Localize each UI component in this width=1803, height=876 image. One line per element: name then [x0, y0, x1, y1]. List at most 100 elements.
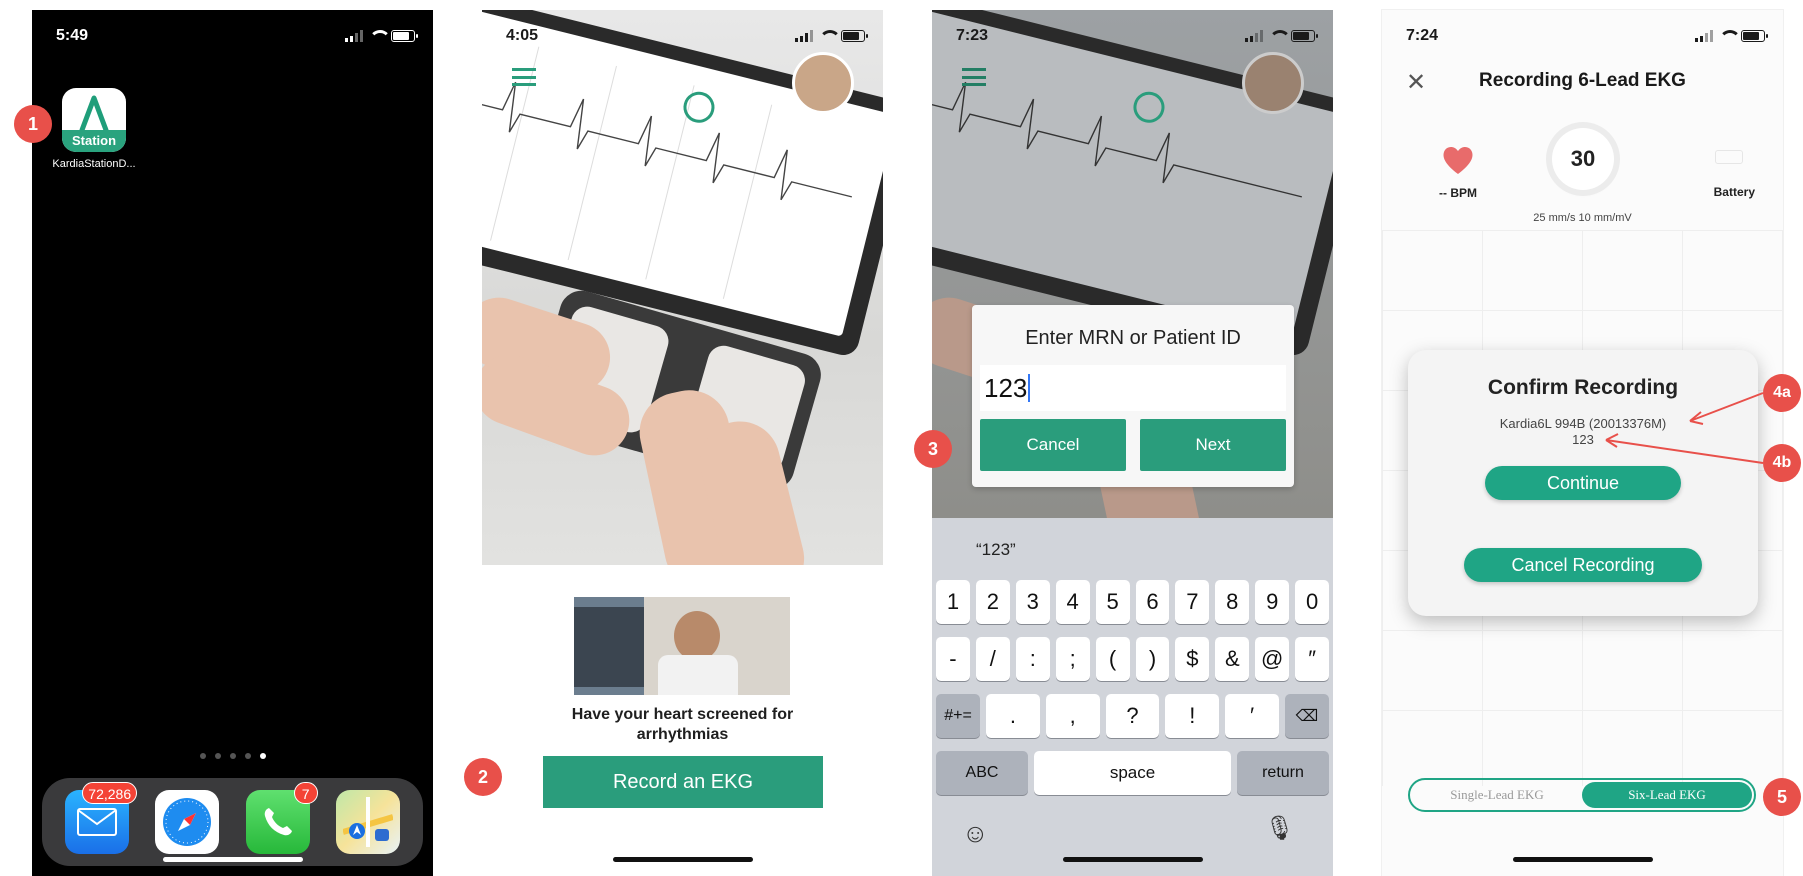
- return-key[interactable]: return: [1237, 751, 1329, 795]
- key-row1-1[interactable]: 2: [975, 580, 1010, 624]
- status-bar: 5:49: [56, 26, 418, 46]
- space-key[interactable]: space: [1034, 751, 1231, 795]
- screen-welcome: 4:05 Have your heart screened for arrhyt…: [482, 10, 883, 876]
- battery-icon: [841, 30, 868, 42]
- step-badge-3: 3: [914, 430, 952, 468]
- screen-recording: 7:24 ✕ Recording 6-Lead EKG -- BPM 30 Ba…: [1382, 10, 1783, 876]
- cancel-button[interactable]: Cancel: [980, 419, 1126, 471]
- step-badge-4b: 4b: [1763, 444, 1801, 482]
- cancel-recording-button[interactable]: Cancel Recording: [1464, 548, 1702, 582]
- dock: 72,286 7: [42, 778, 423, 866]
- patient-id-value: 123: [984, 372, 1028, 403]
- key-row1-6[interactable]: 7: [1175, 580, 1210, 624]
- status-time: 7:23: [956, 27, 989, 44]
- step-badge-5: 5: [1763, 778, 1801, 816]
- patient-id-input[interactable]: 123: [980, 365, 1286, 411]
- home-indicator[interactable]: [1062, 857, 1203, 862]
- key-row1-4[interactable]: 5: [1095, 580, 1130, 624]
- phone-badge: 7: [293, 782, 318, 804]
- mail-app[interactable]: 72,286: [65, 782, 138, 854]
- wifi-icon: [1719, 30, 1741, 42]
- key-row2-5[interactable]: ): [1135, 637, 1170, 681]
- key-row3-5[interactable]: ′: [1225, 694, 1279, 738]
- status-bar: 4:05: [506, 26, 868, 46]
- screen-home: 5:49 Station KardiaStationD... 72,286 7: [32, 10, 433, 876]
- keyboard-row-symbols: - /:;() $ & @ ″: [936, 637, 1330, 681]
- key-row2-0[interactable]: -: [936, 637, 970, 681]
- device-id: Kardia6L 994B (20013376M): [1499, 416, 1667, 431]
- key-row1-5[interactable]: 6: [1135, 580, 1170, 624]
- phone-app[interactable]: 7: [245, 782, 318, 854]
- battery-icon: [1741, 30, 1768, 42]
- key-row2-2[interactable]: :: [1015, 637, 1050, 681]
- kardia-station-app-icon[interactable]: Station: [62, 88, 126, 152]
- home-indicator[interactable]: [612, 857, 753, 862]
- keyboard-suggestion[interactable]: “123”: [976, 540, 1016, 560]
- abc-key[interactable]: ABC: [936, 751, 1028, 795]
- maps-app[interactable]: [335, 790, 400, 854]
- microphone-icon[interactable]: 🎙︎: [1265, 814, 1295, 843]
- menu-icon: [962, 68, 986, 86]
- wifi-icon: [369, 30, 391, 42]
- promo-image: [574, 597, 790, 695]
- key-row3-4[interactable]: !: [1165, 694, 1220, 738]
- confirm-recording-dialog: Confirm Recording Kardia6L 994B (2001337…: [1408, 350, 1758, 616]
- key-row3-3[interactable]: ?: [1105, 694, 1160, 738]
- key-row3-0[interactable]: #+=: [936, 694, 980, 738]
- key-row2-7[interactable]: &: [1215, 637, 1250, 681]
- key-row1-0[interactable]: 1: [936, 580, 970, 624]
- continue-button[interactable]: Continue: [1485, 466, 1681, 500]
- step-badge-2: 2: [464, 758, 502, 796]
- key-row1-2[interactable]: 3: [1015, 580, 1050, 624]
- key-row2-6[interactable]: $: [1175, 637, 1210, 681]
- key-row2-9[interactable]: ″: [1295, 637, 1330, 681]
- status-bar: 7:23: [956, 26, 1318, 46]
- key-row2-8[interactable]: @: [1255, 637, 1290, 681]
- key-row1-3[interactable]: 4: [1055, 580, 1090, 624]
- signal-icon: [345, 30, 363, 42]
- home-indicator[interactable]: [1512, 857, 1653, 862]
- key-row2-4[interactable]: (: [1095, 637, 1130, 681]
- heart-icon: [1443, 146, 1473, 174]
- status-time: 5:49: [56, 27, 89, 44]
- status-time: 7:24: [1406, 27, 1439, 44]
- compass-icon: [163, 798, 212, 846]
- bpm-readout: -- BPM: [1439, 186, 1477, 200]
- map-icon: [342, 797, 393, 847]
- key-row2-1[interactable]: /: [975, 637, 1010, 681]
- promo-text: Have your heart screened for arrhythmias: [571, 706, 794, 743]
- status-bar: 7:24: [1406, 26, 1768, 46]
- signal-icon: [1695, 30, 1713, 42]
- recording-title: Recording 6-Lead EKG: [1479, 70, 1686, 91]
- safari-app[interactable]: [155, 790, 220, 854]
- dialog-title: Enter MRN or Patient ID: [1025, 327, 1241, 349]
- key-row1-8[interactable]: 9: [1255, 580, 1290, 624]
- home-indicator[interactable]: [162, 857, 303, 862]
- text-caret: [1028, 374, 1031, 402]
- key-row3-6[interactable]: ⌫: [1284, 694, 1329, 738]
- key-row2-3[interactable]: ;: [1055, 637, 1090, 681]
- key-row3-1[interactable]: .: [986, 694, 1040, 738]
- menu-icon[interactable]: [512, 68, 536, 86]
- six-lead-option[interactable]: Six-Lead EKG: [1582, 782, 1752, 808]
- key-row3-2[interactable]: ,: [1045, 694, 1100, 738]
- record-ekg-button[interactable]: Record an EKG: [543, 756, 823, 808]
- lead-selector: Single-Lead EKG Six-Lead EKG: [1408, 778, 1756, 812]
- app-icon-text: Station: [62, 130, 126, 152]
- mail-icon: [77, 808, 118, 836]
- keyboard-row-numbers: 1234567890: [936, 580, 1330, 624]
- emoji-icon[interactable]: ☺: [962, 818, 989, 849]
- patient-id-dialog: Enter MRN or Patient ID 123 Cancel Next: [972, 305, 1294, 487]
- battery-icon: [391, 30, 418, 42]
- screen-patient-id: 7:23 Enter MRN or Patient ID 123 Cancel …: [932, 10, 1333, 876]
- hero-image: [482, 10, 883, 565]
- app-label: KardiaStationD...: [52, 158, 136, 170]
- key-row1-9[interactable]: 0: [1295, 580, 1330, 624]
- next-button[interactable]: Next: [1140, 419, 1286, 471]
- keyboard-row-punctuation: #+=.,?! ′ ⌫: [936, 694, 1329, 738]
- single-lead-option[interactable]: Single-Lead EKG: [1412, 782, 1582, 808]
- keyboard-row-bottom: ABC space return: [936, 751, 1329, 795]
- phone-icon: [264, 808, 292, 836]
- key-row1-7[interactable]: 8: [1215, 580, 1250, 624]
- signal-icon: [795, 30, 813, 42]
